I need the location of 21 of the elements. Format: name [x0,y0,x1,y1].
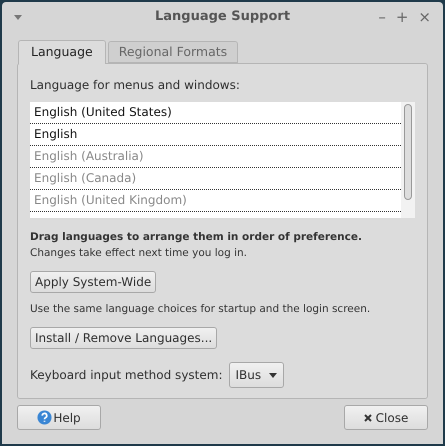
install-languages-button[interactable]: Install / Remove Languages... [30,327,218,350]
menu-icon[interactable] [14,14,22,20]
tab[interactable]: Language [18,40,106,64]
tab[interactable]: Regional Formats [108,41,238,63]
close-dialog-button[interactable]: Close [344,405,428,430]
window-title: Language Support [154,8,290,26]
input-method-dropdown[interactable]: IBus [228,362,284,388]
list-label: Language for menus and windows: [30,77,241,94]
help-button[interactable]: Help [17,405,101,430]
change-note: Changes take effect next time you log in. [30,246,248,261]
drag-hint: Drag languages to arrange them in order of preference. [30,230,363,245]
apply-system-wide-button[interactable]: Apply System-Wide [30,270,156,292]
input-method-label: Keyboard input method system: [30,367,222,384]
maximize-button[interactable]: + [396,6,408,28]
close-icon [364,414,372,422]
close-button[interactable]: × [418,6,431,28]
help-icon [37,410,52,425]
apply-note: Use the same language choices for startup and the login screen. [30,302,372,316]
scrollbar[interactable] [401,102,415,218]
caret-icon [269,372,278,378]
minimize-button[interactable]: – [378,6,386,28]
